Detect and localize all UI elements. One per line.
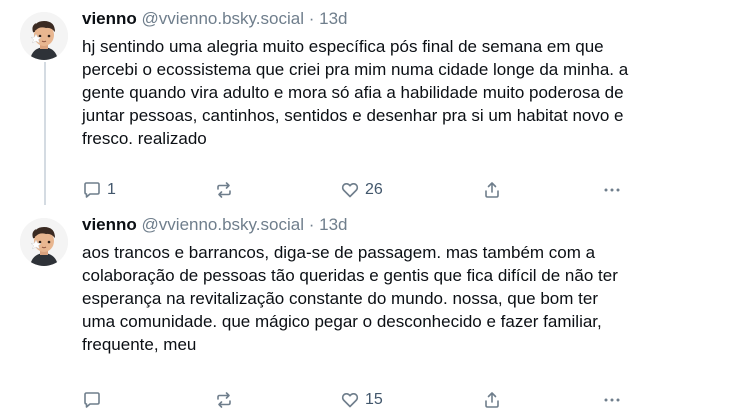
author-name[interactable]: vienno (82, 9, 137, 28)
post-text-line: esperança na revitalização constante do … (82, 289, 598, 308)
post-timestamp[interactable]: 13d (319, 9, 347, 28)
separator-dot: · (308, 9, 315, 28)
post-text-line: hj sentindo uma alegria muito específica… (82, 37, 604, 56)
author-name[interactable]: vienno (82, 215, 137, 234)
more-options-button[interactable] (602, 178, 622, 202)
share-button[interactable] (482, 388, 502, 412)
share-button[interactable] (482, 178, 502, 202)
reply-count: 1 (107, 181, 116, 198)
repost-button[interactable] (214, 388, 234, 412)
post-text-line: fresco. realizado (82, 129, 207, 148)
share-upload-icon (485, 182, 499, 198)
post-timestamp[interactable]: 13d (319, 215, 347, 234)
separator-dot: · (308, 215, 315, 234)
post-text-line: aos trancos e barrancos, diga-se de pass… (82, 243, 596, 262)
thread: vienno @vvienno.bsky.social · 13d hj sen… (0, 0, 730, 411)
reply-button[interactable] (82, 388, 107, 412)
post-content: vienno @vvienno.bsky.social · 13d aos tr… (82, 214, 712, 408)
post-text: hj sentindo uma alegria muito específica… (82, 35, 712, 150)
like-button[interactable]: 26 (340, 178, 383, 202)
post-text-line: juntar pessoas, cantinhos, sentidos e de… (82, 106, 624, 125)
like-button[interactable]: 15 (340, 388, 383, 412)
author-handle[interactable]: @vvienno.bsky.social (142, 215, 304, 234)
like-count: 15 (365, 391, 383, 408)
post-text-line: uma comunidade. que mágico pegar o desco… (82, 312, 602, 331)
post-text: aos trancos e barrancos, diga-se de pass… (82, 241, 712, 356)
ellipsis-icon (604, 188, 620, 192)
post-header: vienno @vvienno.bsky.social · 13d (82, 8, 712, 30)
avatar[interactable] (20, 12, 68, 60)
post-actions: 15 (82, 388, 712, 412)
avatar-illustration (20, 218, 68, 266)
post-text-line: gente quando vira adulto e mora só afia … (82, 83, 624, 102)
repost-button[interactable] (214, 178, 234, 202)
post-content: vienno @vvienno.bsky.social · 13d hj sen… (82, 8, 712, 198)
heart-outline-icon (341, 182, 359, 198)
thread-connector-line (44, 62, 46, 205)
repost-arrows-icon (217, 392, 231, 408)
post-text-line: percebi o ecossistema que criei pra mim … (82, 60, 629, 79)
speech-bubble-icon (84, 392, 100, 408)
author-handle[interactable]: @vvienno.bsky.social (142, 9, 304, 28)
repost-arrows-icon (217, 182, 231, 198)
ellipsis-icon (604, 398, 620, 402)
post-text-line: colaboração de pessoas tão queridas e ge… (82, 266, 618, 285)
more-options-button[interactable] (602, 388, 622, 412)
post-header: vienno @vvienno.bsky.social · 13d (82, 214, 712, 236)
speech-bubble-icon (84, 182, 100, 198)
avatar-illustration (20, 12, 68, 60)
reply-button[interactable]: 1 (82, 178, 116, 202)
heart-outline-icon (341, 392, 359, 408)
post-text-line: frequente, meu (82, 335, 197, 354)
like-count: 26 (365, 181, 383, 198)
post-actions: 1 26 (82, 178, 712, 202)
avatar[interactable] (20, 218, 68, 266)
share-upload-icon (485, 392, 499, 408)
